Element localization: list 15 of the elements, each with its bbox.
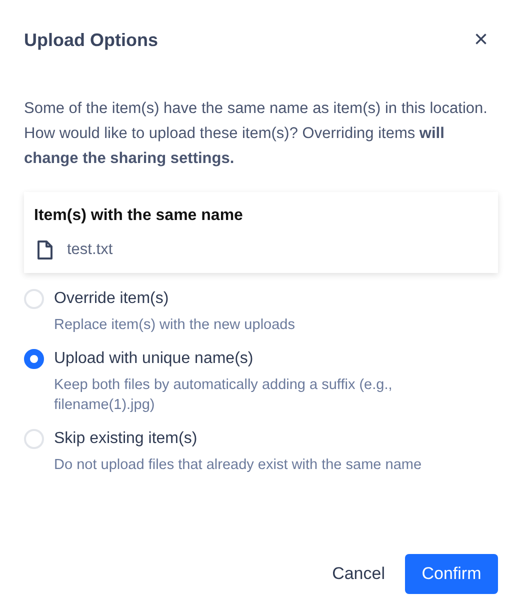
option-label[interactable]: Override item(s)	[54, 287, 311, 312]
option-label[interactable]: Skip existing item(s)	[54, 427, 438, 452]
close-button[interactable]: ×	[474, 28, 488, 52]
message-text: Some of the item(s) have the same name as item(s) in this location. How would like to upload these item(s)? Overriding items will change the sharing settings.	[24, 99, 488, 169]
confirm-button[interactable]: Confirm	[405, 554, 498, 594]
file-name: test.txt	[67, 240, 113, 260]
cancel-button[interactable]: Cancel	[328, 554, 389, 594]
option-description: Replace item(s) with the new uploads	[54, 316, 296, 336]
option-description: Do not upload files that already exist with the same name	[54, 456, 423, 476]
radio-button[interactable]	[24, 349, 44, 370]
option-label[interactable]: Upload with unique name(s)	[54, 347, 498, 372]
dialog-title: Upload Options	[24, 28, 158, 52]
file-icon	[37, 240, 53, 260]
card-heading: Item(s) with the same name	[34, 206, 244, 224]
option-description: Keep both files by automatically adding a suffix (e.g., filename(1).jpg)	[54, 376, 394, 416]
